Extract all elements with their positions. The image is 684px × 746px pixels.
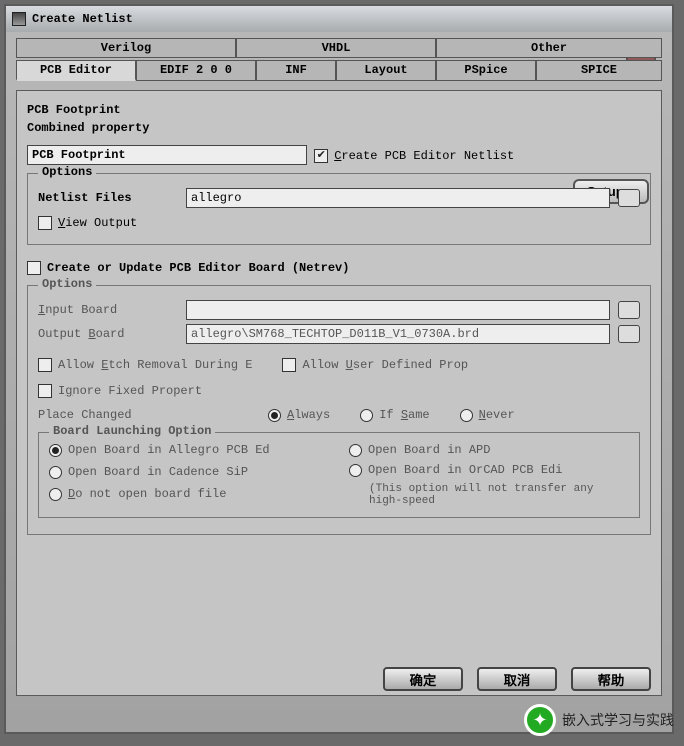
watermark-text: 嵌入式学习与实践	[562, 710, 674, 730]
netlist-files-input[interactable]	[186, 188, 610, 208]
input-board-input[interactable]	[186, 300, 610, 320]
options-group-1: Options Netlist Files View OutputView Ou…	[27, 173, 651, 245]
place-always-radio[interactable]	[268, 409, 281, 422]
launch-group: Board Launching Option Open Board in All…	[38, 432, 640, 518]
create-netlist-label: CCreate PCB Editor Netlistreate PCB Edit…	[334, 149, 514, 163]
tab-spice[interactable]: SPICE	[536, 60, 662, 81]
launch-orcad-note: (This option will not transfer any high-…	[349, 483, 629, 507]
tab-layout[interactable]: Layout	[336, 60, 436, 81]
tab-strip: Verilog VHDL Other PCB Editor EDIF 2 0 0…	[16, 38, 662, 86]
options-legend-1: Options	[38, 165, 96, 179]
footprint-heading: PCB Footprint	[27, 103, 651, 117]
allow-etch-checkbox[interactable]	[38, 358, 52, 372]
options-legend-2: Options	[38, 277, 96, 291]
cancel-button[interactable]: 取消	[477, 667, 557, 691]
options-group-2: Options Input BoardInput Board Output Bo…	[27, 285, 651, 535]
allow-etch-label: Allow Etch Removal During EAllow Etch Re…	[58, 358, 252, 372]
output-board-browse[interactable]	[618, 325, 640, 343]
view-output-checkbox[interactable]	[38, 216, 52, 230]
output-board-label: Output BoardOutput Board	[38, 327, 178, 341]
launch-cadence-radio[interactable]	[49, 466, 62, 479]
netlist-files-label: Netlist Files	[38, 191, 178, 205]
footprint-input[interactable]	[27, 145, 307, 165]
launch-allegro-radio[interactable]	[49, 444, 62, 457]
tab-other[interactable]: Other	[436, 38, 662, 58]
launch-orcad-label: Open Board in OrCAD PCB Edi	[368, 463, 562, 477]
allow-user-checkbox[interactable]	[282, 358, 296, 372]
titlebar: Create Netlist	[6, 6, 672, 32]
tab-inf[interactable]: INF	[256, 60, 336, 81]
main-panel: PCB Footprint Combined property CCreate …	[16, 90, 662, 696]
launch-donot-label: Do not open board fileDo not open board …	[68, 487, 226, 501]
help-button[interactable]: 帮助	[571, 667, 651, 691]
launch-cadence-label: Open Board in Cadence SiP	[68, 465, 248, 479]
tab-pspice[interactable]: PSpice	[436, 60, 536, 81]
ignore-fixed-label: Ignore Fixed PropertIgnore Fixed Propert	[58, 384, 202, 398]
tab-verilog[interactable]: Verilog	[16, 38, 236, 58]
place-never-label: NeverNever	[479, 408, 515, 422]
netlist-files-browse[interactable]	[618, 189, 640, 207]
allow-user-label: Allow User Defined PropAllow User Define…	[302, 358, 468, 372]
create-netlist-window: Create Netlist ✕ Verilog VHDL Other PCB …	[4, 4, 674, 734]
place-always-label: AlwaysAlways	[287, 408, 330, 422]
launch-orcad-radio[interactable]	[349, 464, 362, 477]
watermark: ✦ 嵌入式学习与实践	[524, 704, 674, 736]
create-update-checkbox[interactable]	[27, 261, 41, 275]
launch-legend: Board Launching Option	[49, 424, 215, 438]
ok-button[interactable]: 确定	[383, 667, 463, 691]
output-board-input[interactable]	[186, 324, 610, 344]
input-board-label: Input BoardInput Board	[38, 303, 178, 317]
create-netlist-checkbox[interactable]	[314, 149, 328, 163]
place-never-radio[interactable]	[460, 409, 473, 422]
launch-allegro-label: Open Board in Allegro PCB Ed	[68, 443, 270, 457]
place-ifsame-radio[interactable]	[360, 409, 373, 422]
window-title: Create Netlist	[32, 12, 133, 26]
tab-edif[interactable]: EDIF 2 0 0	[136, 60, 256, 81]
tab-pcb-editor[interactable]: PCB Editor	[16, 60, 136, 81]
view-output-label: View OutputView Output	[58, 216, 137, 230]
launch-apd-radio[interactable]	[349, 444, 362, 457]
input-board-browse[interactable]	[618, 301, 640, 319]
ignore-fixed-checkbox[interactable]	[38, 384, 52, 398]
launch-apd-label: Open Board in APD	[368, 443, 490, 457]
create-update-label: Create or Update PCB Editor Board (Netre…	[47, 261, 349, 275]
wechat-icon: ✦	[524, 704, 556, 736]
combined-property-label: Combined property	[27, 121, 651, 135]
dialog-buttons: 确定 取消 帮助	[383, 667, 651, 691]
place-ifsame-label: If SameIf Same	[379, 408, 429, 422]
app-icon	[12, 12, 26, 26]
launch-donot-radio[interactable]	[49, 488, 62, 501]
place-changed-label: Place Changed	[38, 408, 238, 422]
tab-vhdl[interactable]: VHDL	[236, 38, 436, 58]
